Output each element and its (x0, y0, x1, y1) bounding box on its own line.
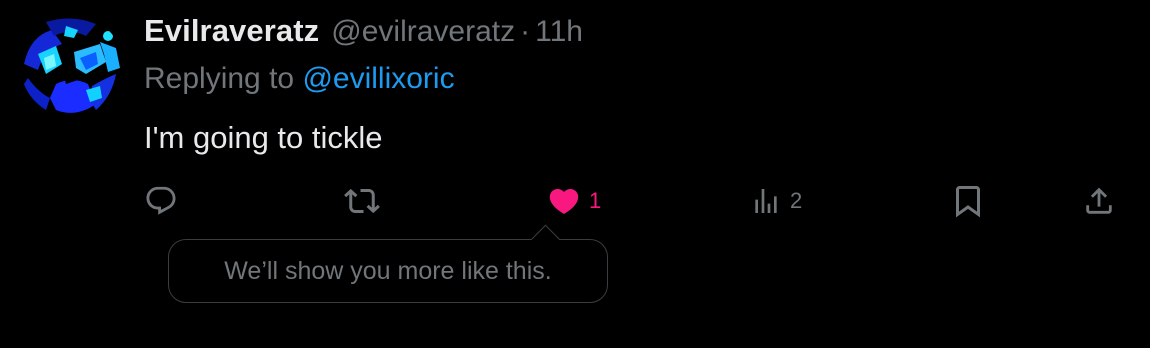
share-button[interactable] (1082, 180, 1116, 222)
post-text: I'm going to tickle (144, 120, 383, 155)
replying-to-label: Replying to (144, 62, 295, 95)
post-timestamp[interactable]: 11h (535, 15, 583, 49)
bar-chart-icon (755, 189, 777, 213)
heart-icon (549, 188, 579, 214)
post-header: Evilraveratz @evilraveratz · 11h (144, 13, 583, 53)
repost-button[interactable] (344, 180, 380, 222)
bookmark-icon (956, 186, 980, 218)
author-avatar[interactable] (16, 14, 124, 122)
like-feedback-tooltip: We’ll show you more like this. (168, 224, 608, 303)
reply-button[interactable] (144, 180, 178, 222)
replying-to: Replying to @evillixoric (144, 62, 455, 96)
author-display-name[interactable]: Evilraveratz (144, 13, 319, 49)
views-count: 2 (790, 188, 803, 213)
header-separator: · (520, 15, 531, 48)
avatar-image (16, 14, 124, 122)
tooltip-text: We’ll show you more like this. (224, 256, 552, 285)
like-button[interactable]: 1 (547, 180, 601, 222)
share-upload-icon (1086, 187, 1112, 214)
post-action-bar: 1 2 (0, 180, 1150, 222)
speech-bubble-icon (146, 186, 176, 215)
reply-post[interactable]: Evilraveratz @evilraveratz · 11h Replyin… (0, 0, 1150, 348)
author-handle[interactable]: @evilraveratz (331, 15, 515, 49)
bookmark-button[interactable] (950, 180, 986, 222)
repost-arrows-icon (344, 188, 380, 214)
tooltip-arrow (530, 224, 561, 255)
views-button[interactable]: 2 (750, 180, 802, 222)
replying-to-mention[interactable]: @evillixoric (302, 62, 454, 95)
like-count: 1 (589, 188, 602, 213)
